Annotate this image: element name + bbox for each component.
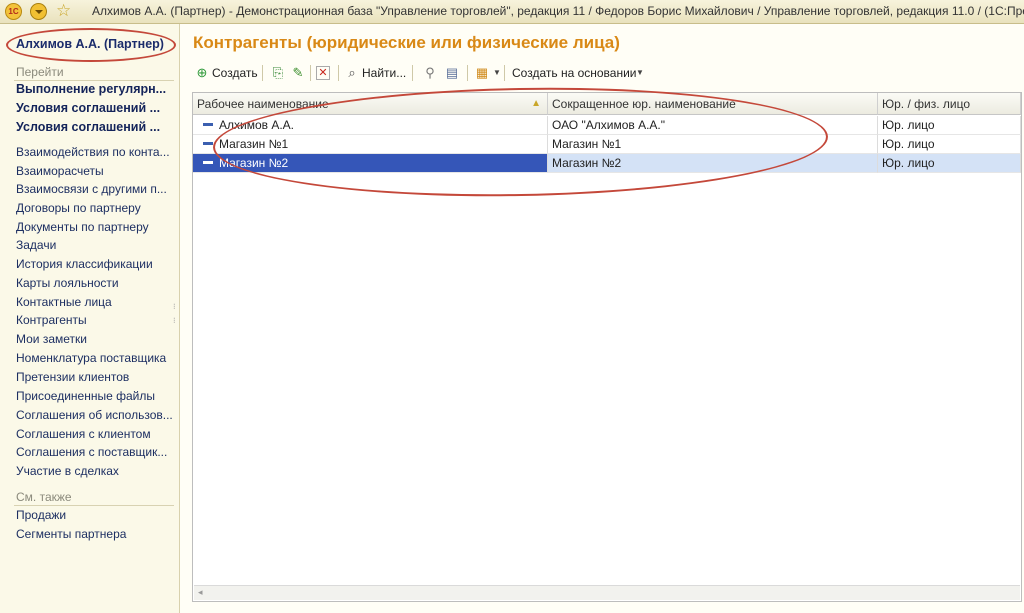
print-document-icon[interactable]: ▦	[474, 65, 490, 81]
delete-mark-icon[interactable]: ✕	[316, 66, 330, 80]
sidebar-item-loyalty-cards[interactable]: Карты лояльности	[16, 275, 172, 292]
item-marker-icon	[203, 142, 213, 146]
window-titlebar: 1С ☆ Алхимов А.А. (Партнер) - Демонстрац…	[0, 0, 1024, 24]
item-marker-icon	[203, 161, 213, 165]
sidebar-item-classification-history[interactable]: История классификации	[16, 256, 172, 273]
toolbar-separator	[262, 65, 263, 81]
sidebar-item-my-notes[interactable]: Мои заметки	[16, 331, 172, 348]
see-also-section-header: См. также	[16, 490, 72, 504]
create-plus-icon[interactable]: ⊕	[194, 65, 210, 81]
sidebar-item-relations[interactable]: Взаимосвязи с другими п...	[16, 181, 172, 198]
sidebar-item-deals[interactable]: Участие в сделках	[16, 463, 172, 480]
navigation-panel: Алхимов А.А. (Партнер) Перейти Выполнени…	[0, 24, 180, 613]
resize-grip-icon[interactable]: ⁝	[173, 302, 176, 311]
goto-section-header: Перейти	[16, 65, 64, 79]
sidebar-item-regular-tasks[interactable]: Выполнение регулярн...	[16, 81, 172, 98]
sidebar-item-agreement-terms-1[interactable]: Условия соглашений ...	[16, 100, 172, 117]
create-button[interactable]: Создать	[212, 64, 258, 82]
1c-logo-icon[interactable]: 1С	[5, 3, 22, 20]
section-divider	[14, 505, 174, 506]
copy-icon[interactable]: ⎘	[270, 65, 286, 81]
annotation-oval	[6, 28, 176, 62]
sidebar-item-attached-files[interactable]: Присоединенные файлы	[16, 388, 172, 405]
find-button[interactable]: Найти...	[362, 64, 406, 82]
scroll-left-icon[interactable]: ◂	[198, 587, 203, 598]
chevron-down-icon[interactable]: ▼	[489, 65, 505, 81]
form-title: Контрагенты (юридические или физические …	[193, 33, 620, 52]
sidebar-item-partner-segments[interactable]: Сегменты партнера	[16, 526, 172, 543]
toolbar-separator	[504, 65, 505, 81]
list-settings-icon[interactable]: ▤	[444, 65, 460, 81]
cancel-search-icon[interactable]: ⚲	[422, 65, 438, 81]
favorites-star-icon[interactable]: ☆	[56, 1, 76, 20]
sidebar-item-supplier-agreements[interactable]: Соглашения с поставщик...	[16, 444, 172, 461]
resize-grip-icon[interactable]: ⁝	[173, 316, 176, 325]
create-based-on-button[interactable]: Создать на основании	[512, 64, 637, 82]
edit-pencil-icon[interactable]: ✎	[290, 65, 306, 81]
window-title: Алхимов А.А. (Партнер) - Демонстрационна…	[92, 4, 1024, 18]
sidebar-item-tasks[interactable]: Задачи	[16, 237, 172, 254]
toolbar-separator	[310, 65, 311, 81]
sidebar-item-settlements[interactable]: Взаиморасчеты	[16, 163, 172, 180]
sidebar-item-supplier-nomenclature[interactable]: Номенклатура поставщика	[16, 350, 172, 367]
chevron-down-icon[interactable]: ▼	[632, 65, 648, 81]
toolbar-separator	[338, 65, 339, 81]
sidebar-item-contact-persons[interactable]: Контактные лица	[16, 294, 172, 311]
search-icon[interactable]: ⌕	[344, 65, 360, 81]
sidebar-item-contracts[interactable]: Договоры по партнеру	[16, 200, 172, 217]
toolbar-separator	[467, 65, 468, 81]
sidebar-item-counterparties[interactable]: Контрагенты	[16, 312, 172, 329]
sidebar-item-customer-claims[interactable]: Претензии клиентов	[16, 369, 172, 386]
sidebar-item-interactions[interactable]: Взаимодействия по конта...	[16, 144, 172, 161]
main-menu-icon[interactable]	[30, 3, 47, 20]
sidebar-item-agreement-terms-2[interactable]: Условия соглашений ...	[16, 119, 172, 136]
sidebar-item-customer-agreements[interactable]: Соглашения с клиентом	[16, 426, 172, 443]
toolbar-separator	[412, 65, 413, 81]
sidebar-item-sales[interactable]: Продажи	[16, 507, 172, 524]
horizontal-scrollbar[interactable]: ◂	[194, 585, 1020, 600]
sidebar-item-usage-agreements[interactable]: Соглашения об использов...	[16, 407, 172, 424]
item-marker-icon	[203, 123, 213, 127]
sidebar-item-documents[interactable]: Документы по партнеру	[16, 219, 172, 236]
column-header-entity-type[interactable]: Юр. / физ. лицо	[878, 93, 1021, 115]
toolbar: ⊕ Создать ⎘ ✎ ✕ ⌕ Найти... ⚲ ▤ ▦ ▼ Созда…	[192, 62, 1012, 84]
